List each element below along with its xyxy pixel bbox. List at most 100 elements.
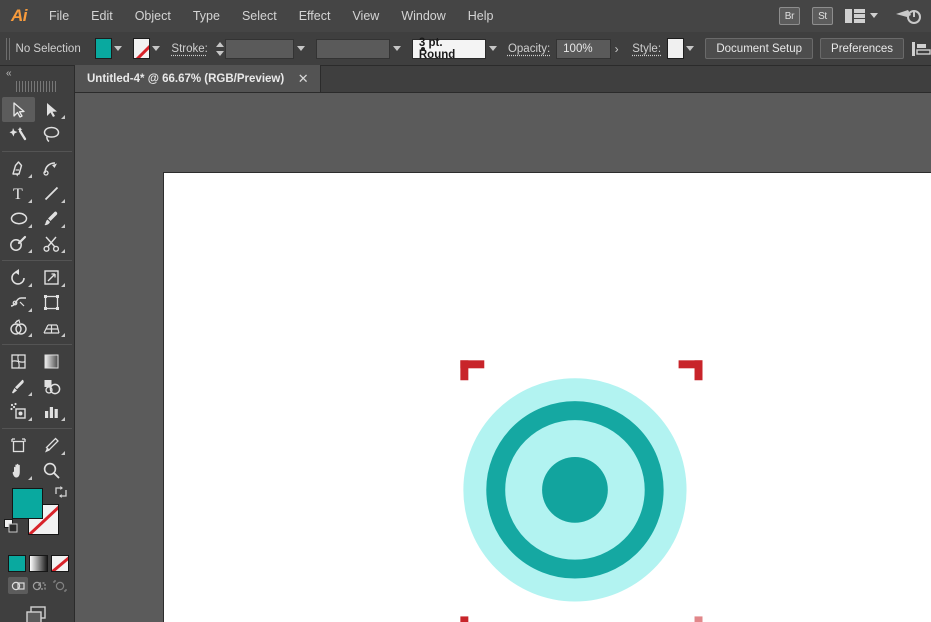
stroke-weight-label[interactable]: Stroke: <box>171 43 207 55</box>
type-tool[interactable]: T <box>2 181 35 206</box>
preferences-button[interactable]: Preferences <box>820 38 904 59</box>
fill-dropdown-chevron-down-icon[interactable] <box>113 38 124 59</box>
stroke-color-swatch[interactable] <box>133 38 150 59</box>
brush-definition-select[interactable]: 3 pt. Round <box>412 39 487 59</box>
change-screen-mode-icon[interactable] <box>22 604 52 622</box>
tools-panel: « <box>0 66 75 622</box>
tools-panel-grip[interactable] <box>16 81 58 92</box>
document-setup-button[interactable]: Document Setup <box>705 38 813 59</box>
app-logo-icon: Ai <box>0 0 38 32</box>
style-chevron-down-icon[interactable] <box>685 38 696 59</box>
toolbar-fill-swatch[interactable] <box>12 488 43 519</box>
shape-builder-tool[interactable] <box>2 315 35 340</box>
document-tab-bar: Untitled-4* @ 66.67% (RGB/Preview) ✕ <box>75 66 931 93</box>
stroke-weight-input[interactable] <box>225 39 294 59</box>
direct-selection-tool[interactable] <box>35 97 68 122</box>
menu-type[interactable]: Type <box>182 0 231 32</box>
crop-mark-top-left <box>460 360 484 380</box>
control-bar: No Selection Stroke: 3 pt. Round Opacity… <box>0 32 931 66</box>
scale-tool[interactable] <box>35 265 68 290</box>
stock-icon[interactable]: St <box>812 7 833 25</box>
stroke-weight-chevron-down-icon[interactable] <box>295 38 306 59</box>
hand-tool[interactable] <box>2 458 35 483</box>
gradient-tool[interactable] <box>35 349 68 374</box>
width-profile-select[interactable] <box>316 39 391 59</box>
workspace-switcher-icon[interactable] <box>895 7 921 25</box>
swap-fill-stroke-icon[interactable] <box>54 485 68 499</box>
artboard[interactable] <box>163 172 931 622</box>
menu-select[interactable]: Select <box>231 0 288 32</box>
ellipse-tool[interactable] <box>2 206 35 231</box>
menu-help[interactable]: Help <box>457 0 505 32</box>
blend-tool[interactable] <box>35 374 68 399</box>
artboard-tool[interactable] <box>2 433 35 458</box>
menu-window[interactable]: Window <box>390 0 456 32</box>
none-button[interactable] <box>51 555 69 572</box>
screen-mode-container <box>0 604 74 622</box>
chevron-down-icon[interactable] <box>867 9 881 23</box>
rotate-tool[interactable] <box>2 265 35 290</box>
menu-file[interactable]: File <box>38 0 80 32</box>
perspective-grid-tool[interactable] <box>35 315 68 340</box>
stroke-dropdown-chevron-down-icon[interactable] <box>151 38 162 59</box>
width-tool[interactable] <box>2 290 35 315</box>
color-mode-buttons <box>2 555 72 572</box>
brush-definition-chevron-down-icon[interactable] <box>487 38 498 59</box>
slice-tool[interactable] <box>35 433 68 458</box>
curvature-tool[interactable] <box>35 156 68 181</box>
arrange-documents-icon[interactable] <box>845 9 865 23</box>
gradient-button[interactable] <box>29 555 47 572</box>
style-label[interactable]: Style: <box>632 43 661 55</box>
scissors-tool[interactable] <box>35 231 68 256</box>
align-panel-icon[interactable] <box>911 39 931 59</box>
fill-color-swatch[interactable] <box>95 38 112 59</box>
shaper-tool[interactable] <box>2 231 35 256</box>
zoom-tool[interactable] <box>35 458 68 483</box>
draw-behind-icon[interactable] <box>29 577 49 594</box>
target-graphic[interactable] <box>164 173 931 622</box>
menu-view[interactable]: View <box>341 0 390 32</box>
default-fill-stroke-icon[interactable] <box>4 519 18 533</box>
document-tab[interactable]: Untitled-4* @ 66.67% (RGB/Preview) ✕ <box>75 65 321 92</box>
close-icon[interactable]: ✕ <box>294 70 312 88</box>
bridge-icon[interactable]: Br <box>779 7 800 25</box>
free-transform-tool[interactable] <box>35 290 68 315</box>
paintbrush-tool[interactable] <box>35 206 68 231</box>
svg-text:T: T <box>13 186 23 203</box>
opacity-chevron-right-icon[interactable]: › <box>611 39 622 59</box>
lasso-tool[interactable] <box>35 122 68 147</box>
width-profile-chevron-down-icon[interactable] <box>391 38 402 59</box>
center-dot <box>542 457 608 523</box>
line-segment-tool[interactable] <box>35 181 68 206</box>
draw-inside-icon[interactable] <box>50 577 70 594</box>
tool-separator <box>2 260 72 261</box>
opacity-input[interactable]: 100% <box>556 39 611 59</box>
opacity-label[interactable]: Opacity: <box>508 43 550 55</box>
tool-separator <box>2 428 72 429</box>
graphic-style-swatch[interactable] <box>667 38 684 59</box>
control-bar-grip[interactable] <box>6 38 10 60</box>
symbol-sprayer-tool[interactable] <box>2 399 35 424</box>
menu-edit[interactable]: Edit <box>80 0 124 32</box>
selection-tool[interactable] <box>2 97 35 122</box>
stroke-weight-stepper[interactable] <box>214 39 222 59</box>
fill-stroke-controls <box>2 485 72 551</box>
eyedropper-tool[interactable] <box>2 374 35 399</box>
magic-wand-tool[interactable] <box>2 122 35 147</box>
drawing-mode-buttons <box>2 577 72 594</box>
double-chevron-left-icon[interactable]: « <box>0 66 74 81</box>
color-button[interactable] <box>8 555 26 572</box>
menu-object[interactable]: Object <box>124 0 182 32</box>
mesh-tool[interactable] <box>2 349 35 374</box>
canvas-area[interactable] <box>75 93 931 622</box>
pen-tool[interactable] <box>2 156 35 181</box>
brush-definition-label: 3 pt. Round <box>419 37 480 61</box>
crop-mark-bottom-right <box>679 616 703 622</box>
column-graph-tool[interactable] <box>35 399 68 424</box>
draw-normal-icon[interactable] <box>8 577 28 594</box>
document-tab-title: Untitled-4* @ 66.67% (RGB/Preview) <box>87 73 284 85</box>
illustrator-window: Ai File Edit Object Type Select Effect V… <box>0 0 931 622</box>
tool-list: T <box>2 97 72 483</box>
menu-bar: Ai File Edit Object Type Select Effect V… <box>0 0 931 32</box>
menu-effect[interactable]: Effect <box>288 0 342 32</box>
